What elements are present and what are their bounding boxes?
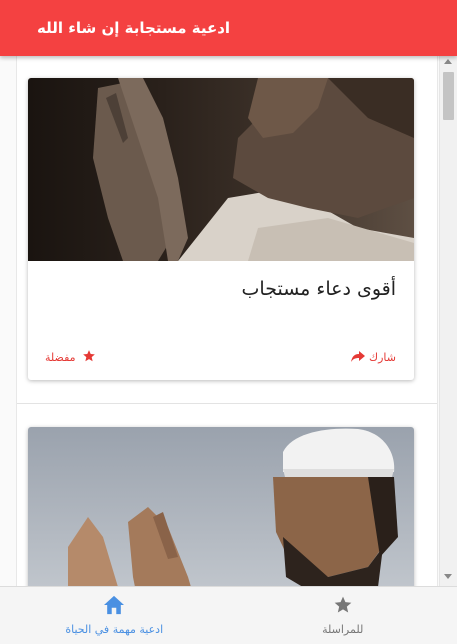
- scroll-thumb[interactable]: [443, 72, 454, 120]
- scroll-down-arrow-icon[interactable]: [444, 574, 452, 579]
- nav-item-important-duas[interactable]: ادعية مهمة في الحياة: [0, 587, 229, 644]
- share-icon: [351, 348, 365, 367]
- list-divider: [17, 403, 437, 404]
- app-root: ادعية مستجابة إن شاء الله أقوى دعاء مستج…: [0, 0, 457, 644]
- praying-woman-illustration: [93, 78, 414, 261]
- share-button[interactable]: شارك: [351, 348, 396, 367]
- home-icon: [103, 595, 125, 619]
- bottom-navigation: ادعية مهمة في الحياة للمراسلة: [0, 586, 457, 644]
- app-bar: ادعية مستجابة إن شاء الله: [0, 0, 457, 56]
- share-label: شارك: [369, 351, 396, 364]
- favorite-label: مفضلة: [45, 351, 76, 364]
- favorite-button[interactable]: مفضلة: [45, 348, 96, 367]
- nav-item-contact[interactable]: للمراسلة: [229, 587, 457, 644]
- nav-label: للمراسلة: [322, 623, 364, 636]
- nav-label: ادعية مهمة في الحياة: [65, 623, 164, 636]
- card-title: أقوى دعاء مستجاب: [241, 278, 396, 300]
- dua-card[interactable]: [28, 427, 414, 586]
- praying-man-illustration: [68, 428, 398, 586]
- star-icon: [82, 348, 96, 367]
- content-list[interactable]: أقوى دعاء مستجاب شارك مفضلة: [16, 56, 438, 586]
- card-actions: شارك مفضلة: [28, 348, 414, 372]
- app-title: ادعية مستجابة إن شاء الله: [37, 19, 231, 37]
- scrollbar[interactable]: [439, 56, 457, 586]
- scroll-up-arrow-icon[interactable]: [444, 59, 452, 64]
- card-image-praying-man: [28, 427, 414, 586]
- card-image-praying-woman: [28, 78, 414, 261]
- star-icon: [333, 595, 353, 619]
- dua-card[interactable]: أقوى دعاء مستجاب شارك مفضلة: [28, 78, 414, 380]
